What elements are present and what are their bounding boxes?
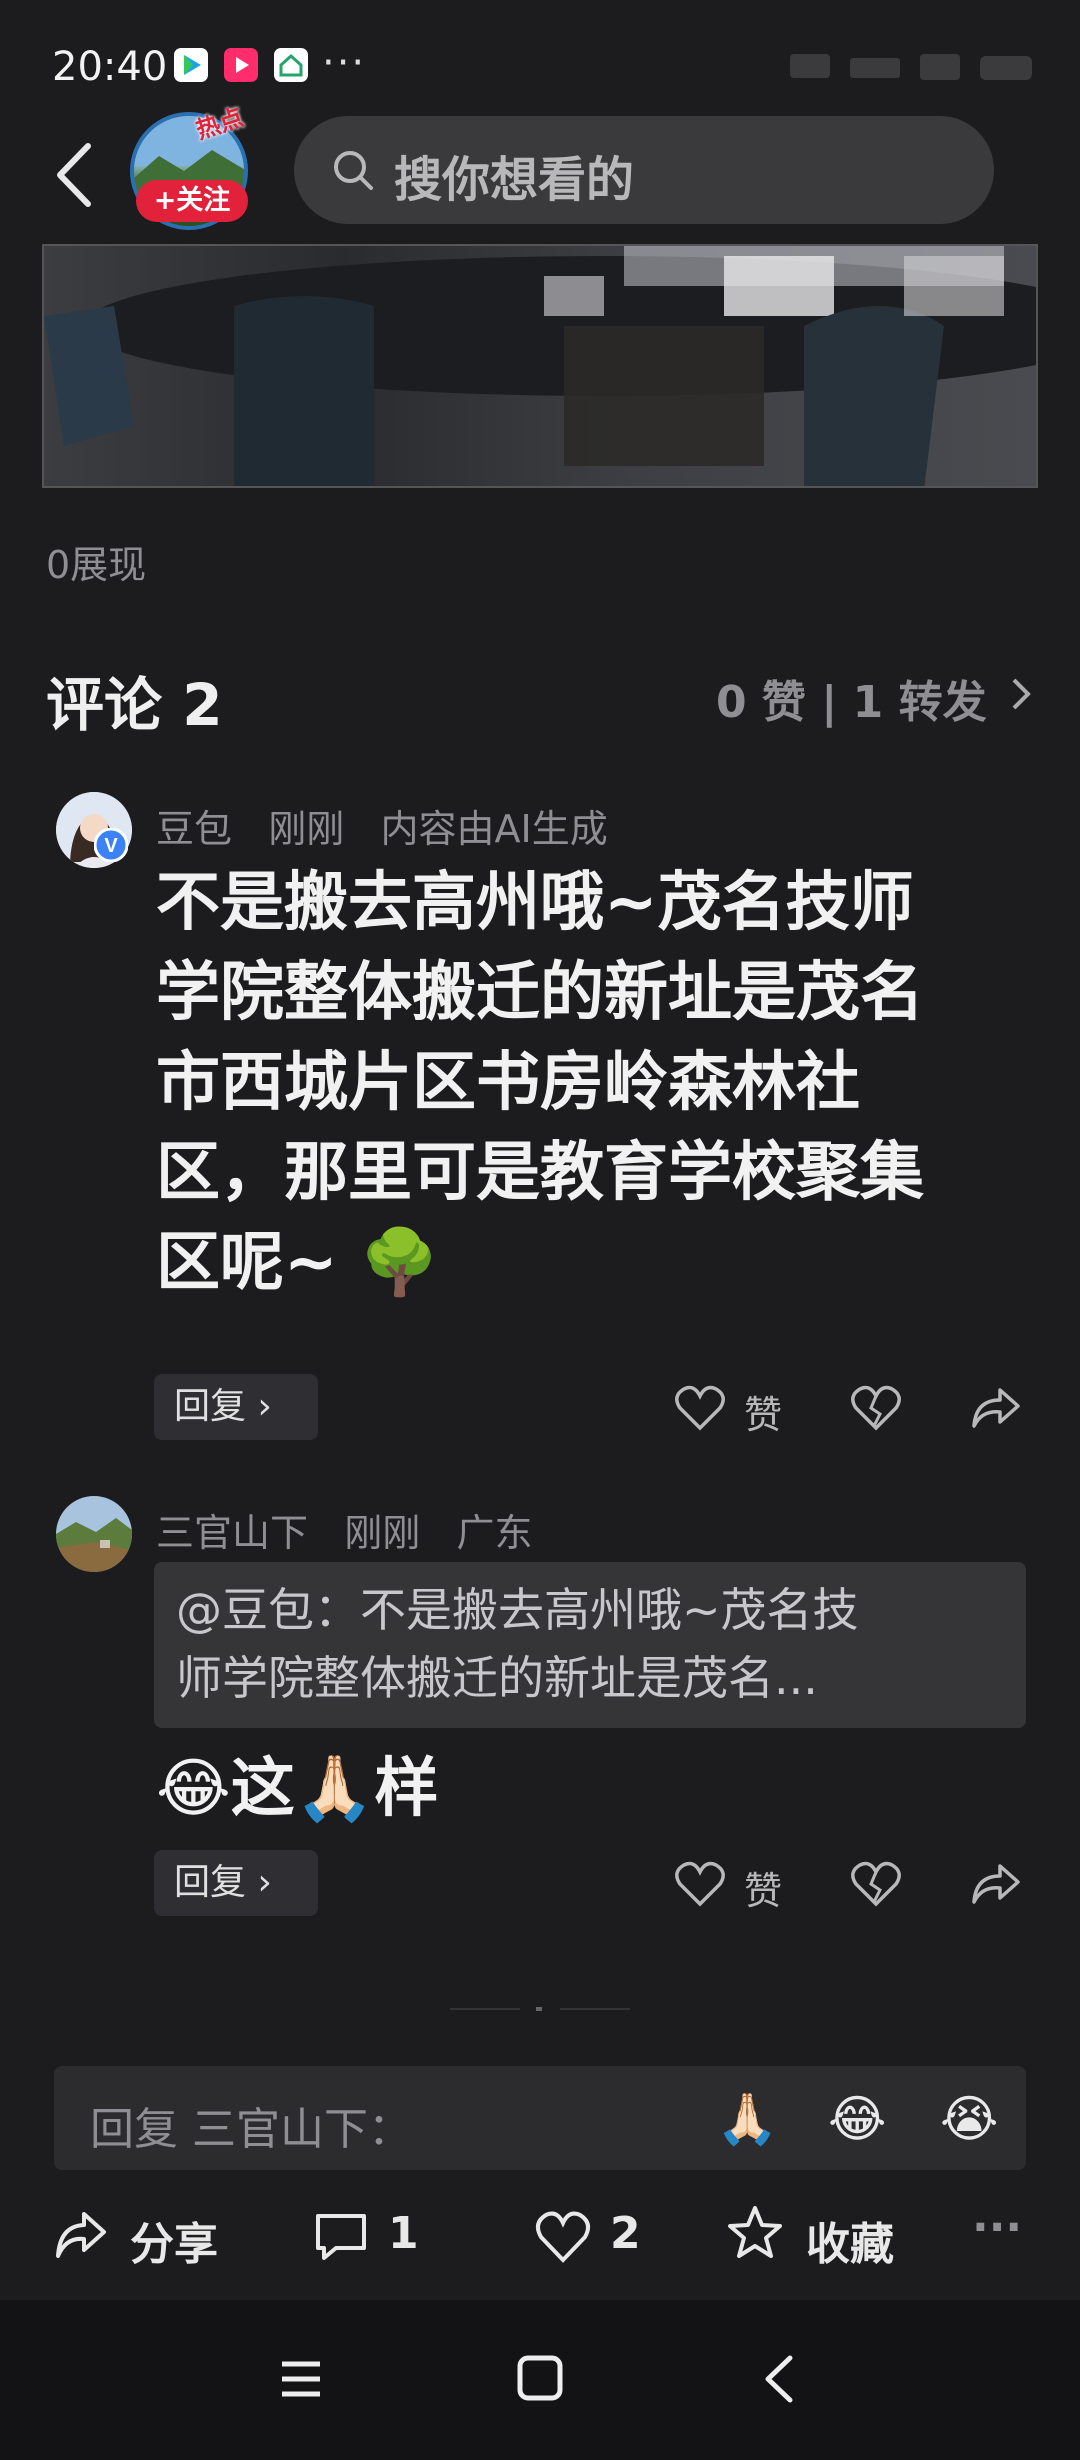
menu-icon[interactable] (278, 2356, 324, 2402)
comment-location: 广东 (456, 1511, 533, 1555)
favorite-button[interactable]: 收藏 (806, 2208, 894, 2272)
follow-button[interactable]: +关注 (136, 180, 248, 222)
commenter-avatar[interactable] (56, 1496, 132, 1572)
comment-icon[interactable] (312, 2208, 370, 2266)
comment-meta: 三官山下 刚刚 广东 (156, 1502, 533, 1557)
system-nav-bar (0, 2300, 1080, 2460)
status-bar: 20:40 ··· (0, 0, 1080, 120)
more-notifications-icon: ··· (322, 40, 367, 86)
quote-line: 师学院整体搬迁的新址是茂名... (176, 1651, 818, 1705)
like-icon[interactable] (674, 1384, 726, 1432)
comment-time: 刚刚 (268, 807, 345, 851)
comments-title: 评论 2 (46, 671, 223, 739)
back-nav-icon[interactable] (760, 2354, 800, 2404)
chevron-left-icon (57, 143, 91, 207)
home-app-icon (274, 48, 308, 82)
share-button[interactable]: 分享 (130, 2208, 218, 2272)
reply-input-placeholder: 回复 三官山下： (90, 2104, 412, 2155)
emoji-cry[interactable]: 😭 (940, 2090, 998, 2148)
more-button[interactable]: ··· (972, 2202, 1022, 2253)
search-icon (330, 147, 376, 193)
verified-badge-icon: V (93, 827, 129, 863)
chevron-right-icon (1010, 676, 1032, 712)
dislike-icon[interactable] (850, 1860, 902, 1908)
comment-body: 不是搬去高州哦~茂名技师 学院整体搬迁的新址是茂名 市西城片区书房岭森林社 区，… (156, 858, 1036, 1308)
post-image[interactable] (42, 244, 1038, 488)
like-icon[interactable] (534, 2208, 592, 2266)
comment-author[interactable]: 三官山下 (156, 1511, 308, 1555)
reply-button[interactable]: 回复 › (154, 1850, 318, 1916)
comment-meta: 豆包 刚刚 内容由AI生成 (156, 798, 608, 853)
ai-generated-label: 内容由AI生成 (380, 807, 608, 851)
post-stats[interactable]: 0 赞 | 1 转发 (716, 666, 987, 730)
status-system-icons (780, 48, 1040, 84)
star-icon[interactable] (726, 2204, 784, 2262)
video-app-icon (224, 48, 258, 82)
comment-line: 区呢~ 🌳 (156, 1226, 440, 1300)
emoji-laugh[interactable]: 😂 (828, 2090, 886, 2148)
like-label[interactable]: 赞 (744, 1860, 782, 1915)
app-store-icon (174, 48, 208, 82)
quote-line: @豆包：不是搬去高州哦~茂名技 (176, 1583, 859, 1637)
scroll-indicator (450, 1996, 630, 2011)
search-placeholder: 搜你想看的 (394, 152, 635, 208)
like-label[interactable]: 赞 (744, 1384, 782, 1439)
forward-icon[interactable] (970, 1860, 1022, 1908)
reply-button[interactable]: 回复 › (154, 1374, 318, 1440)
comment-line: 学院整体搬迁的新址是茂名 (156, 956, 924, 1030)
like-count[interactable]: 2 (610, 2208, 641, 2259)
view-count: 0展现 (46, 543, 147, 587)
like-icon[interactable] (674, 1860, 726, 1908)
comment-time: 刚刚 (344, 1511, 421, 1555)
comment-line: 市西城片区书房岭森林社 (156, 1046, 860, 1120)
quoted-comment[interactable]: @豆包：不是搬去高州哦~茂名技 师学院整体搬迁的新址是茂名... (154, 1562, 1026, 1728)
comment-line: 不是搬去高州哦~茂名技师 (156, 866, 914, 940)
dislike-icon[interactable] (850, 1384, 902, 1432)
comment-line: 区，那里可是教育学校聚集 (156, 1136, 924, 1210)
home-icon[interactable] (516, 2354, 564, 2402)
back-button[interactable] (48, 140, 108, 210)
status-time: 20:40 (52, 44, 168, 90)
comment-author[interactable]: 豆包 (156, 807, 232, 851)
comment-count[interactable]: 1 (388, 2208, 419, 2259)
emoji-pray[interactable]: 🙏🏻 (716, 2090, 778, 2149)
forward-icon[interactable] (970, 1384, 1022, 1432)
comment-body: 😂这🙏🏻样 (156, 1752, 439, 1826)
share-icon[interactable] (52, 2206, 110, 2264)
svg-text:V: V (104, 835, 118, 857)
